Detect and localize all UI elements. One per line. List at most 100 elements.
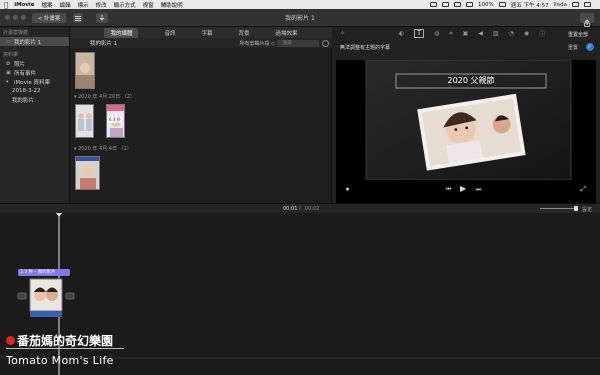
event-date-header: ▾ 2020 年 4月 20日 （2） [74,94,135,100]
playhead-handle[interactable] [56,213,62,217]
imovie-window:  iMovie 檔案 編輯 標示 修改 顯示方式 視窗 輔助說明 100% 週… [0,0,600,375]
play-icon[interactable]: ▶ [460,184,466,193]
timecode-current: 00:01 [283,206,298,212]
library-sidebar: 計畫案媒體 ▭ 我的影片 1 資料庫 ✿ 照片 ▣ 所有事件 ▾ iMovie … [0,27,70,203]
gear-icon[interactable] [322,40,329,47]
viewer-panel: ✧ ◐ T ◍ ⌗ ▣ ◀ ▥ ◔ ◉ ⓘ 重置全部 無法調整有主題的字幕 重置… [332,27,600,207]
timeline-graphics [0,213,600,375]
timeline-header: 00:01 / 00:02 設定 [0,203,600,213]
reset-button[interactable]: 重置 [568,44,578,51]
menu-view[interactable]: 顯示方式 [114,1,136,9]
sidebar-item-label: 2018-3-22 [12,87,41,94]
menu-user[interactable]: linda [554,2,567,8]
transition-right[interactable] [65,292,75,300]
status-icon[interactable] [442,2,449,7]
playback-controls: ⏺ ⏮ ▶ ⏭ ⤢ [332,184,600,196]
timecode-total: 00:02 [305,206,320,212]
timeline-settings-button[interactable]: 設定 [582,206,592,213]
menu-modify[interactable]: 修改 [96,1,107,9]
battery-icon[interactable] [498,2,506,7]
sidebar-item-library[interactable]: ▾ iMovie 資料庫 [0,77,69,86]
window-title: 我的影片 1 [285,15,315,22]
skip-back-icon[interactable]: ⏮ [446,186,451,194]
sidebar-item-label: 所有事件 [14,70,37,77]
menu-clock[interactable]: 週五 下午 4:57 [511,1,549,9]
magic-wand-icon[interactable]: ✧ [340,30,345,37]
color-correction-icon[interactable]: ◍ [434,30,439,37]
share-button[interactable] [580,13,594,27]
zoom-slider[interactable] [540,208,578,209]
search-input[interactable]: 搜尋 [277,40,319,47]
window-toolbar: < 計畫案 我的影片 1 [0,9,600,27]
clip-duration-badge: 6.4 秒 [108,117,122,123]
status-icon[interactable] [430,2,437,7]
overlay-title-text[interactable]: 2020 父親節 [396,74,546,88]
clip-filter-value: 所有剪輯片段 [239,41,270,47]
watermark-text: 番茄媽的奇幻樂園 [17,334,114,348]
events-icon: ▣ [6,69,11,76]
clip-thumbnail[interactable] [75,52,95,89]
adjust-toolbar: ✧ ◐ T ◍ ⌗ ▣ ◀ ▥ ◔ ◉ ⓘ [332,27,600,40]
tomato-dot-icon [6,336,15,345]
sidebar-item-event[interactable]: 2018-3-22 [0,86,69,95]
search-icon[interactable] [572,2,579,7]
current-project-label: 我的影片 1 [90,41,118,47]
clip-thumbnail[interactable]: 6.4 秒 [106,104,125,138]
menu-list-icon[interactable] [584,2,591,7]
clip-thumbnail[interactable] [75,156,100,190]
disclosure-triangle-icon[interactable]: ▾ [6,79,11,85]
sidebar-item-label: 我的影片 1 [14,39,42,46]
event-date-label: 2020 年 4月 20日 （2） [78,94,135,100]
color-balance-icon[interactable]: ◐ [399,30,404,37]
timecode-separator: / [299,206,301,212]
sidebar-item-project[interactable]: ▭ 我的影片 1 [0,37,69,46]
apple-menu-icon[interactable]:  [4,1,8,9]
film-icon: ▭ [6,38,11,45]
clip-filter-select[interactable]: 所有剪輯片段 ◇ [240,40,275,47]
menu-window[interactable]: 視窗 [143,1,154,9]
info-icon[interactable]: ⓘ [539,29,545,38]
microphone-icon[interactable]: ⏺ [346,186,349,194]
skip-forward-icon[interactable]: ⏭ [476,186,481,194]
title-text-icon[interactable]: T [414,29,424,38]
menu-mark[interactable]: 標示 [78,1,89,9]
crop-icon[interactable]: ⌗ [449,30,452,38]
tab-titles[interactable]: 字幕 [201,29,212,37]
tab-backgrounds[interactable]: 背景 [239,29,250,37]
sidebar-item-event[interactable]: 我的影片 [0,95,69,104]
projects-header: 計畫案媒體 [3,29,29,36]
zoom-slider-knob[interactable] [574,206,578,211]
media-browser: 我的媒體 音訊 字幕 背景 過場效果 我的影片 1 所有剪輯片段 ◇ 搜尋 ▾ … [70,27,332,203]
browser-filter-bar: 我的影片 1 所有剪輯片段 ◇ 搜尋 [70,38,332,48]
search-placeholder: 搜尋 [283,41,292,46]
reset-all-button[interactable]: 重置全部 [568,31,588,38]
wifi-icon[interactable] [454,2,461,7]
volume-icon[interactable] [466,2,473,7]
watermark-title: 番茄媽的奇幻樂園 [6,332,113,349]
watermark-subtitle: Tomato Mom's Life [6,354,114,367]
speed-icon[interactable]: ◔ [509,30,514,37]
volume-icon[interactable]: ◀ [478,30,483,37]
clip-image [76,53,94,88]
menu-help[interactable]: 輔助說明 [161,1,183,9]
tab-my-media[interactable]: 我的媒體 [104,27,139,38]
menu-file[interactable]: 檔案 [42,1,53,9]
menu-app-name[interactable]: iMovie [14,2,34,8]
transition-left[interactable] [17,292,27,300]
menu-edit[interactable]: 編輯 [60,1,71,9]
camera-icon[interactable]: ▣ [463,30,469,37]
tab-transitions[interactable]: 過場效果 [276,29,298,37]
libraries-header: 資料庫 [3,51,19,58]
sidebar-item-all-events[interactable]: ▣ 所有事件 [0,68,69,77]
equalizer-icon[interactable]: ▥ [493,30,499,37]
sidebar-item-photos[interactable]: ✿ 照片 [0,59,69,68]
fullscreen-icon[interactable]: ⤢ [580,185,586,194]
battery-level[interactable]: 100% [478,2,494,8]
sidebar-item-label: iMovie 資料庫 [14,79,51,86]
audio-waveform[interactable] [30,311,62,317]
status-area: 100% 週五 下午 4:57 linda [430,1,596,9]
apply-check-button[interactable]: ✓ [586,43,594,51]
filter-icon[interactable]: ◉ [524,30,529,37]
clip-thumbnail[interactable] [75,104,94,138]
tab-audio[interactable]: 音訊 [164,29,175,37]
